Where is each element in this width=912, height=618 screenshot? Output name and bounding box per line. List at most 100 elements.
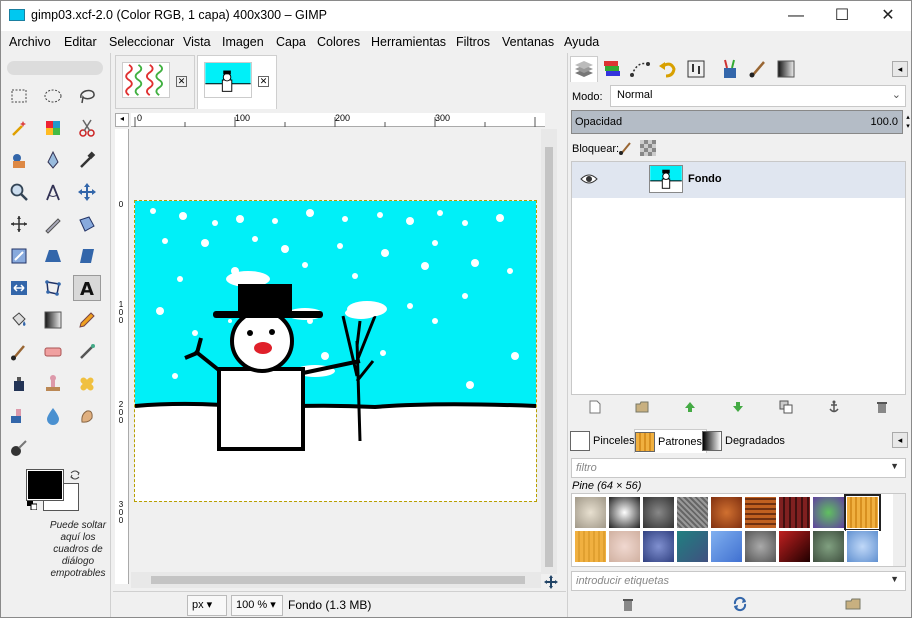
pattern-cell[interactable]	[812, 530, 845, 563]
ink-tool[interactable]	[5, 371, 33, 397]
menu-ventanas[interactable]: Ventanas	[502, 35, 554, 49]
lock-alpha-icon[interactable]	[640, 140, 656, 156]
tab-patterns[interactable]: Patrones	[634, 429, 708, 453]
blend-tool[interactable]	[39, 307, 67, 333]
pattern-cell[interactable]	[778, 496, 811, 529]
quick-mask-toggle[interactable]: ◂	[115, 113, 129, 127]
move-tool[interactable]	[73, 179, 101, 205]
pattern-cell[interactable]	[642, 530, 675, 563]
menu-ayuda[interactable]: Ayuda	[564, 35, 599, 49]
fuzzy-select-tool[interactable]	[5, 115, 33, 141]
eraser-tool[interactable]	[39, 339, 67, 365]
pattern-cell[interactable]	[676, 530, 709, 563]
measure-tool[interactable]	[39, 179, 67, 205]
pattern-cell[interactable]	[778, 530, 811, 563]
clone-tool[interactable]	[39, 371, 67, 397]
select-by-color-tool[interactable]	[39, 115, 67, 141]
tab-tool-options[interactable]	[682, 56, 710, 82]
tab-paths[interactable]	[626, 56, 654, 82]
text-tool[interactable]: A	[73, 275, 101, 301]
mode-select[interactable]: Normal ⌄	[610, 85, 906, 107]
navigate-icon[interactable]	[544, 575, 558, 589]
flip-tool[interactable]	[5, 275, 33, 301]
pattern-cell[interactable]	[744, 496, 777, 529]
eye-visibility-icon[interactable]	[580, 172, 598, 186]
opacity-spin-buttons[interactable]: ▴ ▾	[904, 113, 911, 131]
maximize-button[interactable]: ☐	[819, 1, 865, 31]
menu-colores[interactable]: Colores	[317, 35, 360, 49]
lower-layer-icon[interactable]	[731, 400, 745, 414]
heal-tool[interactable]	[73, 371, 101, 397]
pattern-cell[interactable]	[710, 496, 743, 529]
minimize-button[interactable]: —	[773, 1, 819, 31]
rotate-tool[interactable]	[5, 243, 33, 269]
filter-input[interactable]: filtro ▼	[571, 458, 906, 478]
close-tab-icon[interactable]: ✕	[258, 76, 269, 87]
tags-input[interactable]: introducir etiquetas ▼	[571, 571, 906, 591]
tab-brush-dynamics[interactable]	[744, 56, 772, 82]
horizontal-ruler[interactable]: 0 100 200 300	[131, 113, 545, 127]
open-pattern-folder-icon[interactable]	[845, 596, 861, 612]
refresh-patterns-icon[interactable]	[732, 596, 748, 612]
zoom-select[interactable]: 100 % ▾	[231, 595, 283, 616]
bucket-fill-tool[interactable]	[5, 307, 33, 333]
menu-capa[interactable]: Capa	[276, 35, 306, 49]
menu-seleccionar[interactable]: Seleccionar	[109, 35, 174, 49]
shear-tool[interactable]	[73, 243, 101, 269]
swap-colors-icon[interactable]	[69, 469, 81, 481]
duplicate-layer-icon[interactable]	[779, 400, 793, 414]
reset-colors-icon[interactable]	[27, 499, 38, 511]
menu-archivo[interactable]: Archivo	[9, 35, 51, 49]
pattern-cell[interactable]	[608, 496, 641, 529]
scale-tool[interactable]	[39, 243, 67, 269]
anchor-layer-icon[interactable]	[827, 400, 841, 414]
ellipse-select-tool[interactable]	[39, 83, 67, 109]
vertical-scrollbar[interactable]	[541, 129, 557, 574]
new-layer-icon[interactable]	[588, 400, 602, 414]
dock-menu-button[interactable]: ◂	[892, 432, 908, 448]
delete-pattern-icon[interactable]	[620, 596, 636, 612]
delete-layer-icon[interactable]	[875, 400, 889, 414]
pattern-cell[interactable]	[744, 530, 777, 563]
menu-filtros[interactable]: Filtros	[456, 35, 490, 49]
pattern-cell-selected[interactable]	[844, 494, 881, 531]
tab-layers[interactable]	[570, 56, 598, 82]
unified-transform-tool[interactable]	[73, 211, 101, 237]
layer-row[interactable]: Fondo	[572, 162, 905, 198]
perspective-clone-tool[interactable]	[5, 403, 33, 429]
menu-imagen[interactable]: Imagen	[222, 35, 264, 49]
pencil-tool[interactable]	[73, 307, 101, 333]
vertical-ruler[interactable]: 0 1 0 0 2 0 0 3 0 0	[115, 129, 129, 584]
close-button[interactable]: ✕	[865, 1, 911, 31]
pattern-cell[interactable]	[846, 530, 879, 563]
close-tab-icon[interactable]: ✕	[176, 76, 187, 87]
tab-channels[interactable]	[598, 56, 626, 82]
opacity-slider[interactable]: Opacidad 100.0	[571, 110, 903, 134]
color-picker-tool[interactable]	[73, 147, 101, 173]
patterns-scrollbar[interactable]	[893, 494, 905, 566]
raise-layer-icon[interactable]	[683, 400, 697, 414]
cage-transform-tool[interactable]	[39, 275, 67, 301]
tab-undo-history[interactable]	[654, 56, 682, 82]
image-tab-snowman[interactable]: ✕	[197, 55, 277, 109]
blur-sharpen-tool[interactable]	[39, 403, 67, 429]
crop-tool[interactable]	[39, 211, 67, 237]
rect-select-tool[interactable]	[5, 83, 33, 109]
foreground-select-tool[interactable]	[5, 147, 33, 173]
zoom-tool[interactable]	[5, 179, 33, 205]
scissors-select-tool[interactable]	[73, 115, 101, 141]
pattern-cell[interactable]	[608, 530, 641, 563]
free-select-tool[interactable]	[73, 83, 101, 109]
image-canvas[interactable]	[134, 200, 537, 502]
image-tab-pattern[interactable]: ✕	[115, 55, 195, 109]
pattern-cell[interactable]	[710, 530, 743, 563]
tab-gradients[interactable]: Degradados	[702, 429, 789, 453]
new-layer-group-icon[interactable]	[635, 400, 649, 414]
pattern-cell[interactable]	[676, 496, 709, 529]
horizontal-scrollbar[interactable]	[131, 572, 541, 588]
tab-gradient-editor[interactable]	[772, 56, 800, 82]
dodge-burn-tool[interactable]	[5, 435, 33, 461]
paths-tool[interactable]	[39, 147, 67, 173]
tab-brushes[interactable]: Pinceles	[570, 429, 639, 453]
unit-select[interactable]: px ▾	[187, 595, 227, 616]
